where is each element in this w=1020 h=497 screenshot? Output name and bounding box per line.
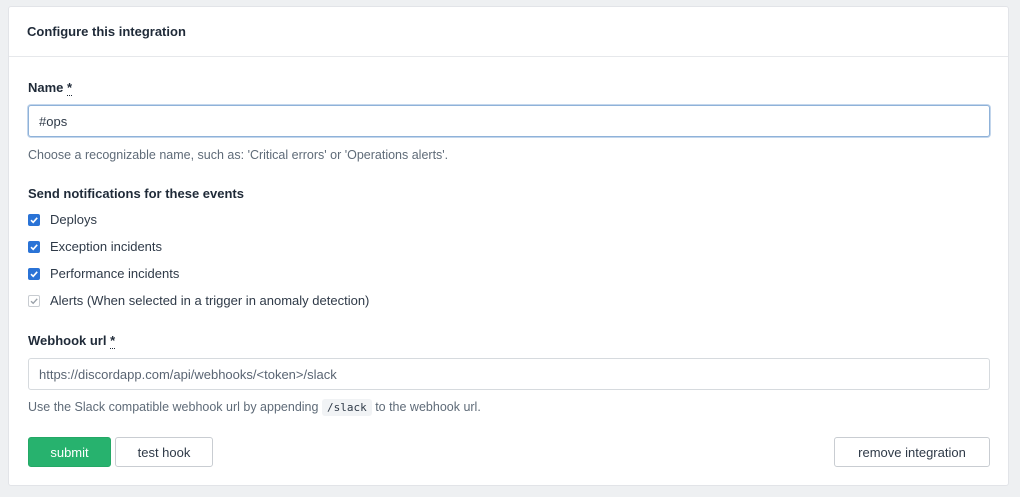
checkbox-label-deploys: Deploys (50, 212, 97, 227)
webhook-label: Webhook url * (28, 333, 116, 349)
checkmark-icon (30, 270, 38, 277)
checkbox-row-alerts: Alerts (When selected in a trigger in an… (28, 293, 369, 308)
checkbox-deploys[interactable] (28, 213, 40, 226)
checkbox-row-performance-incidents[interactable]: Performance incidents (28, 266, 179, 281)
checkbox-row-exception-incidents[interactable]: Exception incidents (28, 239, 162, 254)
name-help-text: Choose a recognizable name, such as: 'Cr… (28, 148, 449, 162)
webhook-required-marker: * (110, 333, 116, 349)
test-hook-button[interactable]: test hook (115, 437, 213, 467)
card-header: Configure this integration (9, 7, 1008, 57)
checkbox-label-exception-incidents: Exception incidents (50, 239, 163, 254)
checkmark-icon (30, 297, 38, 304)
webhook-url-input[interactable] (28, 358, 990, 390)
submit-button[interactable]: submit (28, 437, 111, 467)
name-required-marker: * (67, 80, 73, 96)
name-input[interactable] (28, 105, 990, 137)
checkbox-alerts (28, 294, 40, 307)
webhook-label-text: Webhook url (28, 333, 107, 348)
webhook-help-text: Use the Slack compatible webhook url by … (28, 399, 481, 416)
webhook-help-before: Use the Slack compatible webhook url by … (28, 400, 319, 414)
checkmark-icon (30, 243, 38, 250)
remove-integration-button[interactable]: remove integration (834, 437, 990, 467)
checkbox-exception-incidents[interactable] (28, 240, 40, 253)
name-label: Name * (28, 80, 73, 96)
name-label-text: Name (28, 80, 64, 95)
webhook-help-after: to the webhook url. (375, 400, 481, 414)
checkbox-label-performance-incidents: Performance incidents (50, 266, 180, 281)
card-title: Configure this integration (27, 24, 186, 39)
checkbox-performance-incidents[interactable] (28, 267, 40, 280)
integration-card: Configure this integration Name * Choose… (8, 6, 1009, 486)
checkmark-icon (30, 216, 38, 223)
webhook-help-code: /slack (321, 399, 372, 416)
checkbox-row-deploys[interactable]: Deploys (28, 212, 97, 227)
checkbox-label-alerts: Alerts (When selected in a trigger in an… (50, 293, 370, 308)
events-label: Send notifications for these events (28, 186, 244, 201)
